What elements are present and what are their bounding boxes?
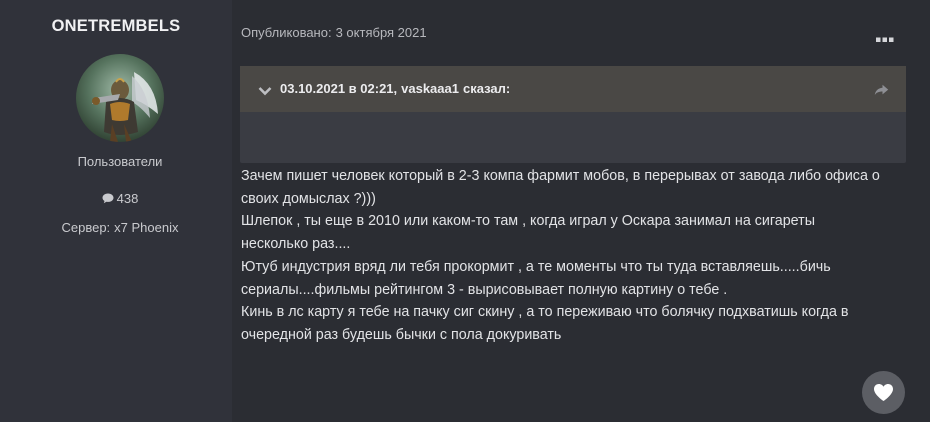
quote-block: 03.10.2021 в 02:21, vaskaaa1 сказал: <box>240 66 906 163</box>
post-count: 438 <box>0 191 240 207</box>
like-button[interactable] <box>862 371 905 414</box>
quote-said: сказал: <box>462 81 511 96</box>
post-line: Кинь в лс карту я тебе на пачку сиг скин… <box>241 304 849 321</box>
quote-date: 03.10.2021 в 02:21, <box>280 81 398 96</box>
more-horizontal-icon[interactable] <box>876 30 894 42</box>
quote-citation: 03.10.2021 в 02:21, vaskaaa1 сказал: <box>280 81 510 96</box>
author-name[interactable]: ONETREMBELS <box>0 17 232 36</box>
post-line: сериалы....фильмы рейтингом 3 - вырисовы… <box>241 281 728 298</box>
server-value: x7 Phoenix <box>114 220 179 235</box>
comment-icon <box>102 192 114 207</box>
post-line: Зачем пишет человек который в 2-3 компа … <box>241 168 880 184</box>
post-line: очередной раз будешь бычки с пола докури… <box>241 326 562 343</box>
published-date[interactable]: 3 октября 2021 <box>336 25 427 40</box>
chevron-down-icon[interactable] <box>258 83 272 101</box>
post-content: Зачем пишет человек который в 2-3 компа … <box>241 165 909 347</box>
user-group: Пользователи <box>77 154 163 169</box>
author-panel: ONETREMBELS Пользователи 438 Сервер: x7 … <box>0 0 232 422</box>
published-label: Опубликовано: <box>241 25 332 40</box>
post-line: несколько раз.... <box>241 236 351 253</box>
avatar[interactable] <box>76 54 164 142</box>
post-line: своих домыслах ?))) <box>241 190 376 207</box>
server-field: Сервер: x7 Phoenix <box>0 220 240 235</box>
server-label: Сервер: <box>61 220 111 235</box>
post-line: Ютуб индустрия вряд ли тебя прокормит , … <box>241 258 831 275</box>
post-line: Шлепок , ты еще в 2010 или каком-то там … <box>241 213 815 230</box>
post-meta: Опубликовано: 3 октября 2021 <box>241 25 427 40</box>
post-count-value: 438 <box>116 191 139 206</box>
quote-header: 03.10.2021 в 02:21, vaskaaa1 сказал: <box>240 66 906 112</box>
quote-author[interactable]: vaskaaa1 <box>401 81 459 96</box>
share-arrow-icon[interactable] <box>874 83 889 101</box>
